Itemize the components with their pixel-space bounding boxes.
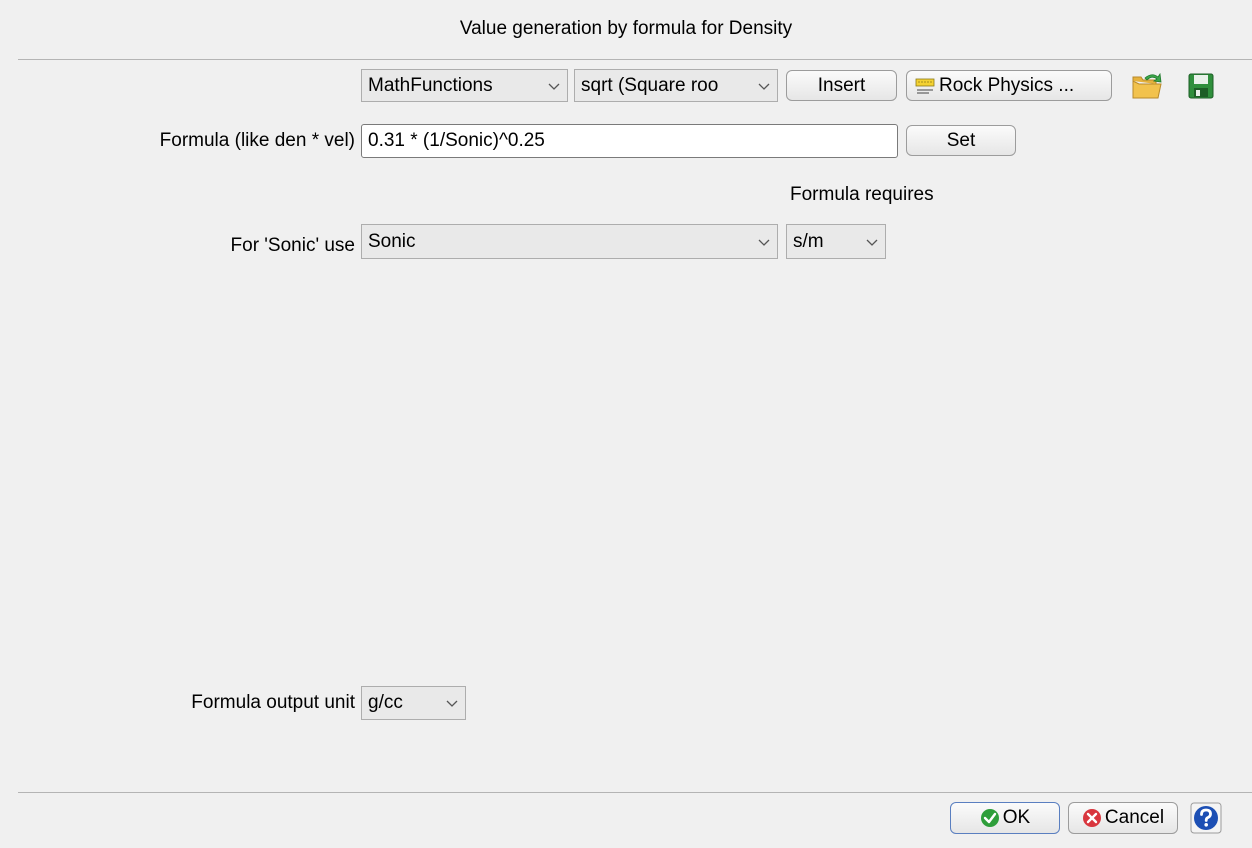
function-select[interactable]: sqrt (Square roo [574, 69, 778, 102]
cancel-button-label: Cancel [1104, 807, 1165, 828]
output-unit-value: g/cc [368, 692, 403, 713]
set-button[interactable]: Set [906, 125, 1016, 156]
formula-label: Formula (like den * vel) [159, 130, 355, 151]
insert-button[interactable]: Insert [786, 70, 897, 101]
function-value: sqrt (Square roo [581, 74, 719, 96]
footer-divider [18, 792, 1252, 793]
output-unit-label: Formula output unit [191, 692, 355, 713]
chevron-down-icon [548, 83, 560, 90]
formula-requires-header: Formula requires [790, 184, 934, 205]
chevron-down-icon [758, 83, 770, 90]
open-folder-button[interactable] [1128, 69, 1166, 103]
cancel-x-circle-icon [1082, 809, 1101, 827]
ok-button[interactable]: OK [950, 802, 1060, 834]
sonic-log-select[interactable]: Sonic [361, 224, 778, 259]
rock-physics-label: Rock Physics ... [939, 74, 1075, 96]
sonic-input-label: For 'Sonic' use [230, 235, 355, 256]
formula-input-value: 0.31 * (1/Sonic)^0.25 [368, 130, 545, 151]
help-icon [1190, 802, 1222, 834]
open-folder-icon [1132, 72, 1162, 99]
rock-physics-button[interactable]: Rock Physics ... [906, 70, 1112, 101]
function-category-select[interactable]: MathFunctions [361, 69, 568, 102]
cancel-button[interactable]: Cancel [1068, 802, 1178, 834]
chevron-down-icon [446, 700, 458, 707]
output-unit-select[interactable]: g/cc [361, 686, 466, 720]
set-button-label: Set [946, 129, 976, 151]
check-circle-icon [980, 809, 999, 827]
function-category-value: MathFunctions [368, 74, 493, 96]
insert-button-label: Insert [817, 74, 866, 96]
rock-physics-icon [915, 78, 935, 93]
chevron-down-icon [866, 239, 878, 246]
help-button[interactable] [1187, 801, 1225, 835]
save-disk-icon [1188, 73, 1214, 99]
ok-button-label: OK [1002, 807, 1031, 828]
sonic-log-value: Sonic [368, 230, 416, 252]
save-button[interactable] [1182, 69, 1220, 103]
formula-input[interactable]: 0.31 * (1/Sonic)^0.25 [361, 124, 898, 158]
header-divider [18, 59, 1252, 60]
sonic-unit-value: s/m [793, 230, 824, 252]
chevron-down-icon [758, 239, 770, 246]
sonic-unit-select[interactable]: s/m [786, 224, 886, 259]
dialog-title: Value generation by formula for Density [459, 18, 793, 39]
